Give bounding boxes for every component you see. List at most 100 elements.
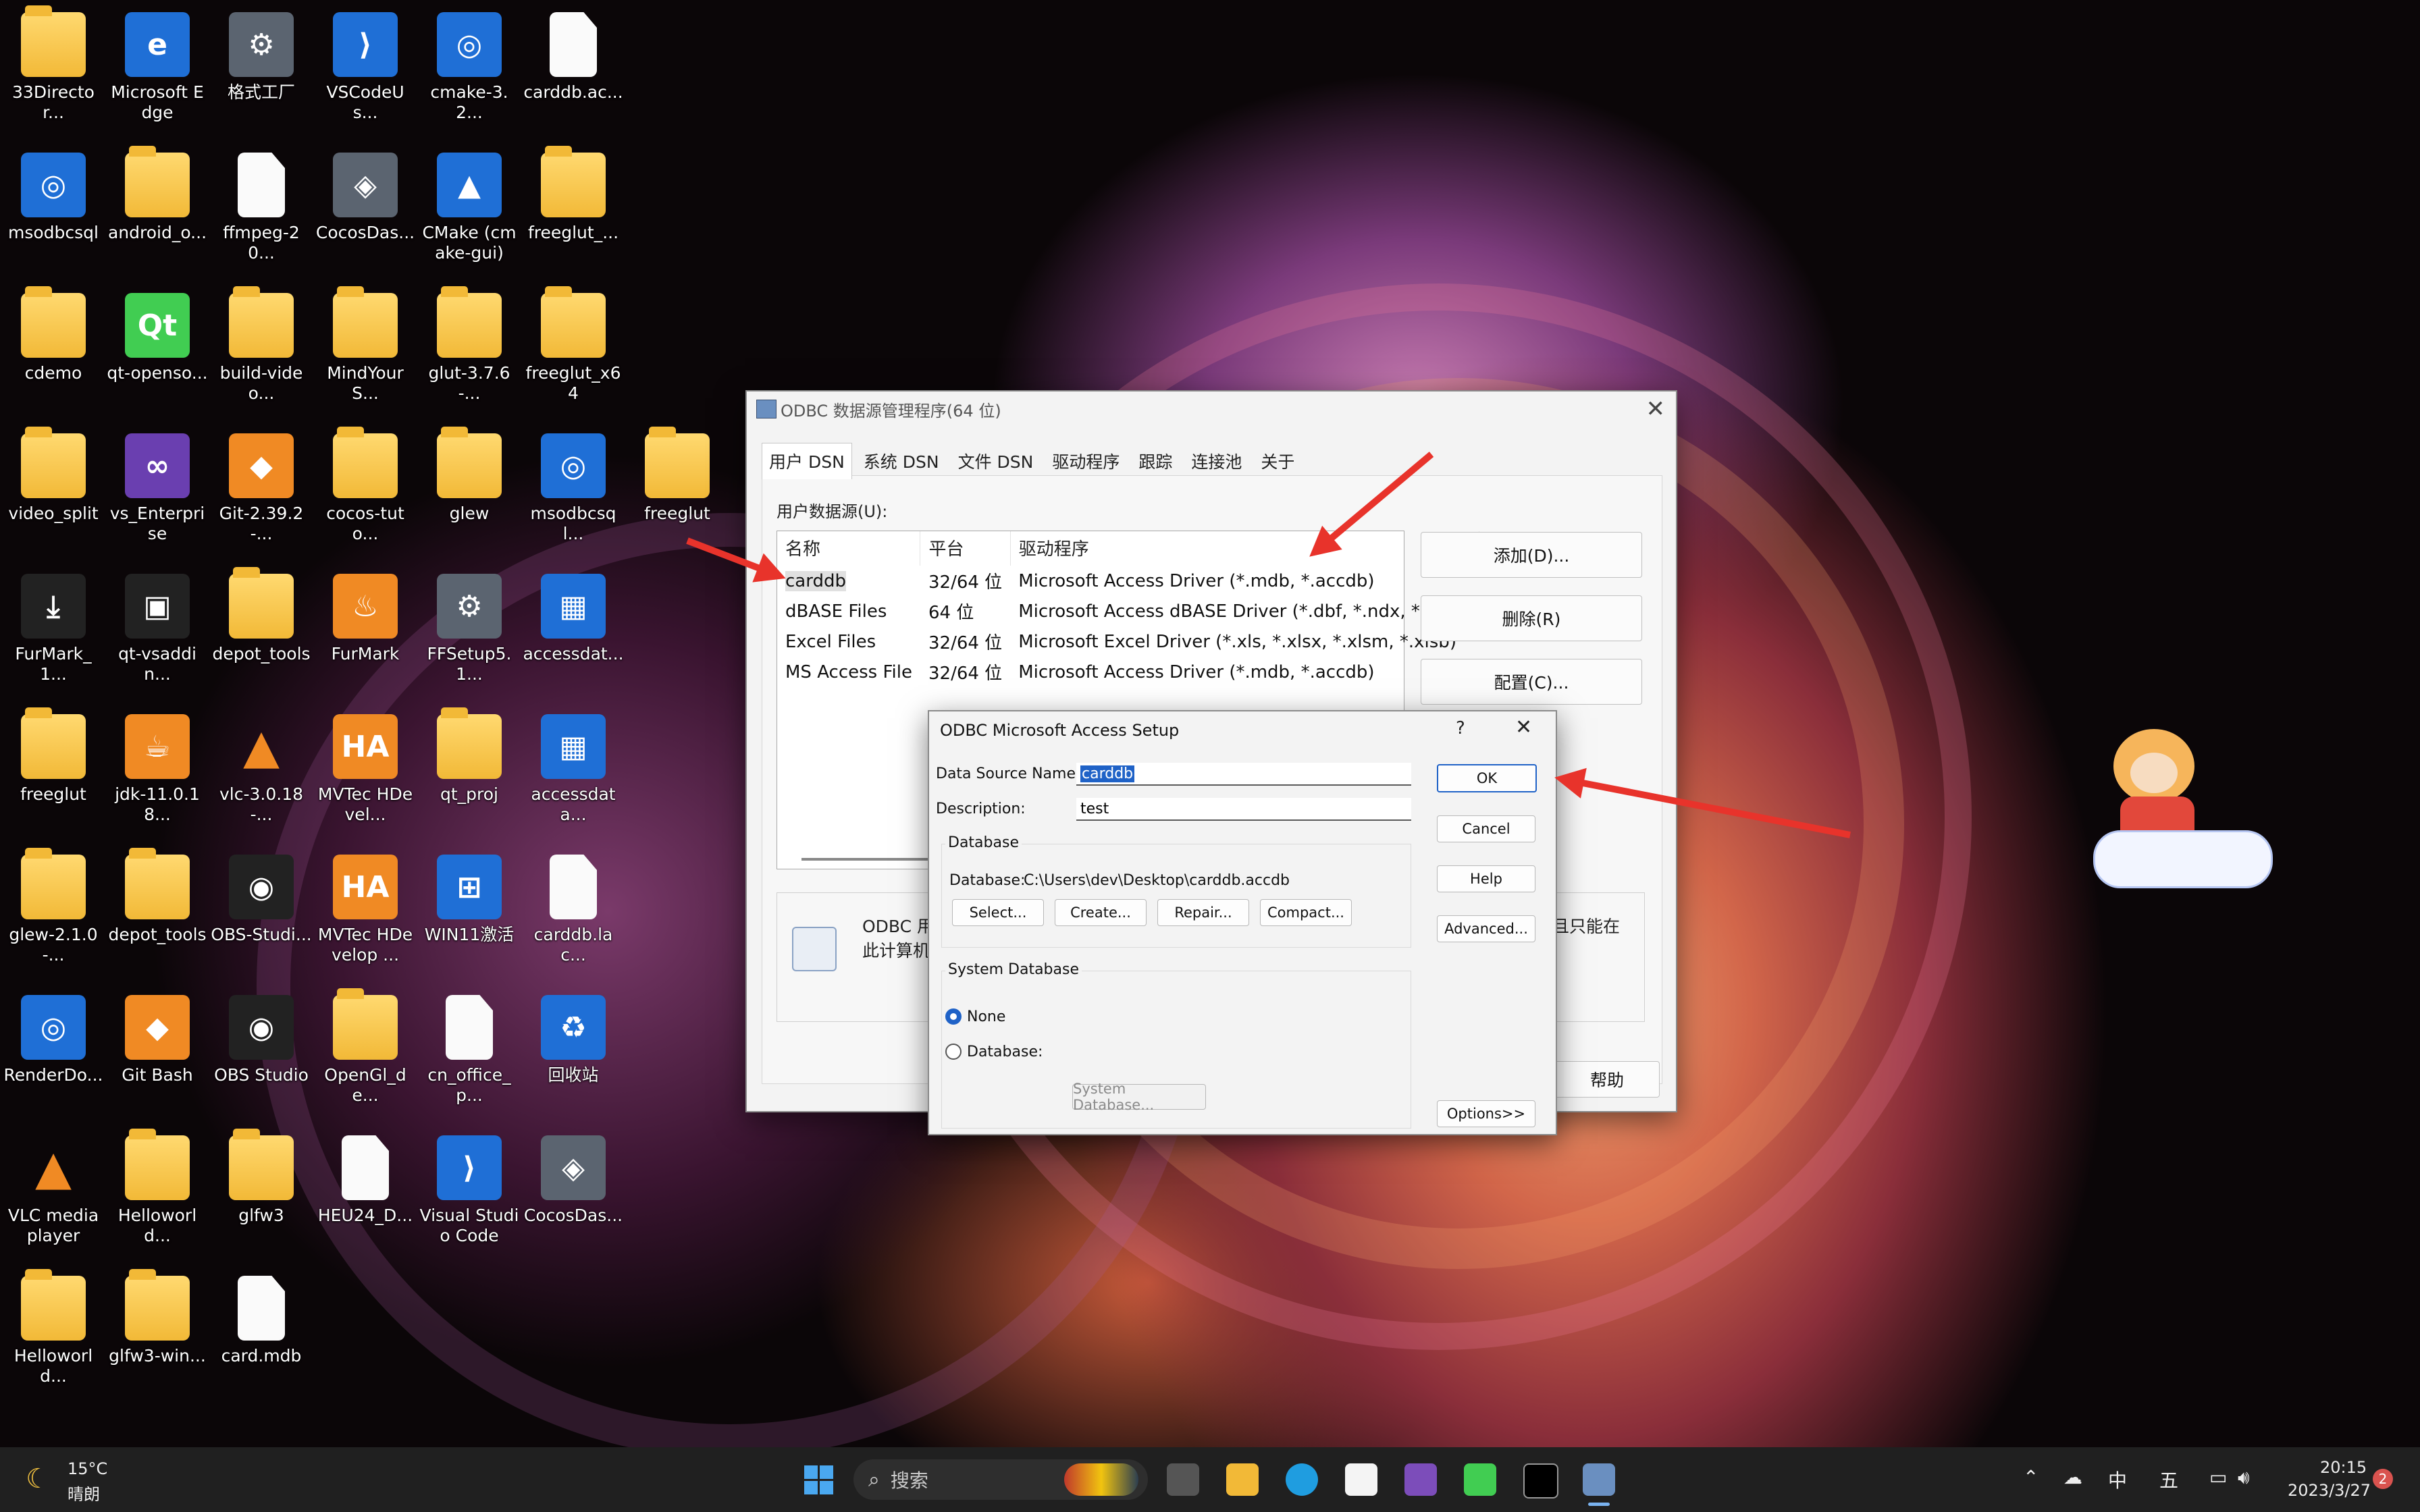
desktop-icon[interactable]: carddb.ac... bbox=[523, 5, 624, 140]
desktop-icon[interactable]: ◆ Git Bash bbox=[107, 988, 208, 1123]
desktop-icon[interactable]: HA MVTec HDevelop ... bbox=[315, 848, 416, 983]
radio-none[interactable] bbox=[945, 1008, 962, 1025]
horizontal-scrollbar[interactable] bbox=[801, 858, 937, 861]
desktop-icon[interactable]: ▦ accessdata... bbox=[523, 707, 624, 842]
edge-icon[interactable] bbox=[1286, 1463, 1318, 1496]
desktop-icon[interactable]: cn_office_p... bbox=[419, 988, 520, 1123]
desktop-icon[interactable]: ◎ cmake-3.2... bbox=[419, 5, 520, 140]
start-icon[interactable] bbox=[802, 1463, 835, 1496]
task-view-icon[interactable] bbox=[1167, 1463, 1199, 1496]
system-database-button[interactable]: System Database... bbox=[1072, 1081, 1206, 1113]
desktop-icon[interactable]: carddb.lac... bbox=[523, 848, 624, 983]
desktop-icon[interactable]: ▣ qt-vsaddin... bbox=[107, 567, 208, 702]
desktop-icon[interactable]: e Microsoft Edge bbox=[107, 5, 208, 140]
desktop-icon[interactable]: Helloworld... bbox=[107, 1129, 208, 1264]
help-icon[interactable]: ? bbox=[1456, 718, 1465, 738]
tab-tracing[interactable]: 跟踪 bbox=[1131, 443, 1180, 479]
compact-button[interactable]: Compact... bbox=[1260, 899, 1352, 926]
configure-button[interactable]: 配置(C)... bbox=[1421, 659, 1642, 705]
desktop-icon[interactable]: freeglut_... bbox=[523, 146, 624, 281]
desktop-icon[interactable]: OpenGl_de... bbox=[315, 988, 416, 1123]
desktop-icon[interactable]: Qt qt-openso... bbox=[107, 286, 208, 421]
description-input[interactable]: test bbox=[1076, 798, 1411, 821]
desktop-icon[interactable]: ∞ vs_Enterprise bbox=[107, 427, 208, 562]
column-header-name[interactable]: 名称 bbox=[777, 531, 921, 566]
desktop-icon[interactable]: ▲ vlc-3.0.18-... bbox=[211, 707, 312, 842]
store-icon[interactable] bbox=[1345, 1463, 1377, 1496]
desktop-icon[interactable]: ⚙ FFSetup5.1... bbox=[419, 567, 520, 702]
tab-file-dsn[interactable]: 文件 DSN bbox=[951, 443, 1041, 479]
desktop-icon[interactable]: video_split bbox=[3, 427, 104, 562]
desktop-icon[interactable]: ◆ Git-2.39.2-... bbox=[211, 427, 312, 562]
volume-icon[interactable]: 🔊︎ bbox=[2238, 1466, 2250, 1489]
select-button[interactable]: Select... bbox=[952, 899, 1044, 926]
desktop-icon[interactable]: ♨ FurMark bbox=[315, 567, 416, 702]
desktop-icon[interactable]: card.mdb bbox=[211, 1269, 312, 1404]
desktop-icon[interactable]: ☕ jdk-11.0.18... bbox=[107, 707, 208, 842]
desktop-icon[interactable]: ◎ RenderDo... bbox=[3, 988, 104, 1123]
close-icon[interactable]: ✕ bbox=[1515, 716, 1532, 739]
desktop-icon[interactable]: glut-3.7.6-... bbox=[419, 286, 520, 421]
tab-user-dsn[interactable]: 用户 DSN bbox=[762, 443, 852, 479]
desktop-icon[interactable]: freeglut_x64 bbox=[523, 286, 624, 421]
radio-database[interactable] bbox=[945, 1044, 962, 1060]
column-header-platform[interactable]: 平台 bbox=[920, 531, 1011, 566]
desktop-icon[interactable]: ▲ CMake (cmake-gui) bbox=[419, 146, 520, 281]
repair-button[interactable]: Repair... bbox=[1157, 899, 1249, 926]
onedrive-icon[interactable]: ☁ bbox=[2063, 1466, 2082, 1488]
clock-date[interactable]: 2023/3/27 bbox=[2288, 1481, 2371, 1500]
desktop-icon[interactable]: depot_tools bbox=[107, 848, 208, 983]
desktop-icon[interactable]: ◉ OBS Studio bbox=[211, 988, 312, 1123]
desktop-icon[interactable]: build-video... bbox=[211, 286, 312, 421]
desktop-icon[interactable]: MindYourS... bbox=[315, 286, 416, 421]
tab-system-dsn[interactable]: 系统 DSN bbox=[856, 443, 947, 479]
close-icon[interactable]: ✕ bbox=[1646, 396, 1666, 423]
ok-button[interactable]: OK bbox=[1437, 764, 1537, 792]
visual-studio-icon[interactable] bbox=[1404, 1463, 1437, 1496]
notification-badge[interactable]: 2 bbox=[2373, 1469, 2393, 1489]
weather-desc[interactable]: 晴朗 bbox=[68, 1481, 100, 1505]
desktop-icon[interactable]: ◈ CocosDas... bbox=[315, 146, 416, 281]
table-row[interactable]: Excel Files 32/64 位 Microsoft Excel Driv… bbox=[777, 626, 1479, 657]
advanced-button[interactable]: Advanced... bbox=[1437, 915, 1535, 942]
tab-drivers[interactable]: 驱动程序 bbox=[1045, 443, 1127, 479]
taskbar-search[interactable]: ⌕ 搜索 bbox=[853, 1459, 1148, 1500]
desktop-icon[interactable]: glew-2.1.0-... bbox=[3, 848, 104, 983]
desktop-icon[interactable]: glfw3-win... bbox=[107, 1269, 208, 1404]
file-explorer-icon[interactable] bbox=[1226, 1463, 1259, 1496]
desktop-icon[interactable]: HA MVTec HDevel... bbox=[315, 707, 416, 842]
desktop-icon[interactable]: ⤓ FurMark_1... bbox=[3, 567, 104, 702]
ime-mode-indicator[interactable]: 五 bbox=[2159, 1466, 2178, 1493]
odbc-taskbar-icon[interactable] bbox=[1583, 1463, 1615, 1496]
ime-indicator[interactable]: 中 bbox=[2108, 1466, 2127, 1493]
remove-button[interactable]: 删除(R) bbox=[1421, 595, 1642, 641]
add-button[interactable]: 添加(D)... bbox=[1421, 532, 1642, 578]
desktop-icon[interactable]: ▦ accessdat... bbox=[523, 567, 624, 702]
desktop-icon[interactable]: android_o... bbox=[107, 146, 208, 281]
desktop-icon[interactable]: ♻ 回收站 bbox=[523, 988, 624, 1123]
table-row[interactable]: carddb 32/64 位 Microsoft Access Driver (… bbox=[777, 566, 1479, 596]
desktop-icon[interactable]: ⊞ WIN11激活 bbox=[419, 848, 520, 983]
desktop-icon[interactable]: glfw3 bbox=[211, 1129, 312, 1264]
desktop-icon[interactable]: 33Director... bbox=[3, 5, 104, 140]
cancel-button[interactable]: Cancel bbox=[1437, 815, 1535, 842]
desktop-icon[interactable]: cdemo bbox=[3, 286, 104, 421]
chevron-up-icon[interactable]: ⌃ bbox=[2023, 1466, 2038, 1488]
terminal-icon[interactable] bbox=[1523, 1463, 1558, 1498]
desktop-icon[interactable]: glew bbox=[419, 427, 520, 562]
dsn-input[interactable]: carddb bbox=[1076, 763, 1411, 786]
desktop-icon[interactable]: qt_proj bbox=[419, 707, 520, 842]
help-button[interactable]: 帮助 bbox=[1554, 1061, 1660, 1098]
desktop-icon[interactable]: ◈ CocosDas... bbox=[523, 1129, 624, 1264]
desktop-icon[interactable]: ◉ OBS-Studi... bbox=[211, 848, 312, 983]
desktop-icon[interactable]: HEU24_D... bbox=[315, 1129, 416, 1264]
help-button[interactable]: Help bbox=[1437, 865, 1535, 892]
desktop-icon[interactable]: cocos-tuto... bbox=[315, 427, 416, 562]
desktop-icon[interactable]: ◎ msodbcsql bbox=[3, 146, 104, 281]
table-row[interactable]: dBASE Files 64 位 Microsoft Access dBASE … bbox=[777, 596, 1479, 626]
desktop-icon[interactable]: ⟩ Visual Studio Code bbox=[419, 1129, 520, 1264]
qt-creator-icon[interactable] bbox=[1464, 1463, 1496, 1496]
desktop-icon[interactable]: freeglut bbox=[627, 427, 728, 562]
desktop-icon[interactable]: ⚙ 格式工厂 bbox=[211, 5, 312, 140]
tab-connection-pooling[interactable]: 连接池 bbox=[1184, 443, 1249, 479]
